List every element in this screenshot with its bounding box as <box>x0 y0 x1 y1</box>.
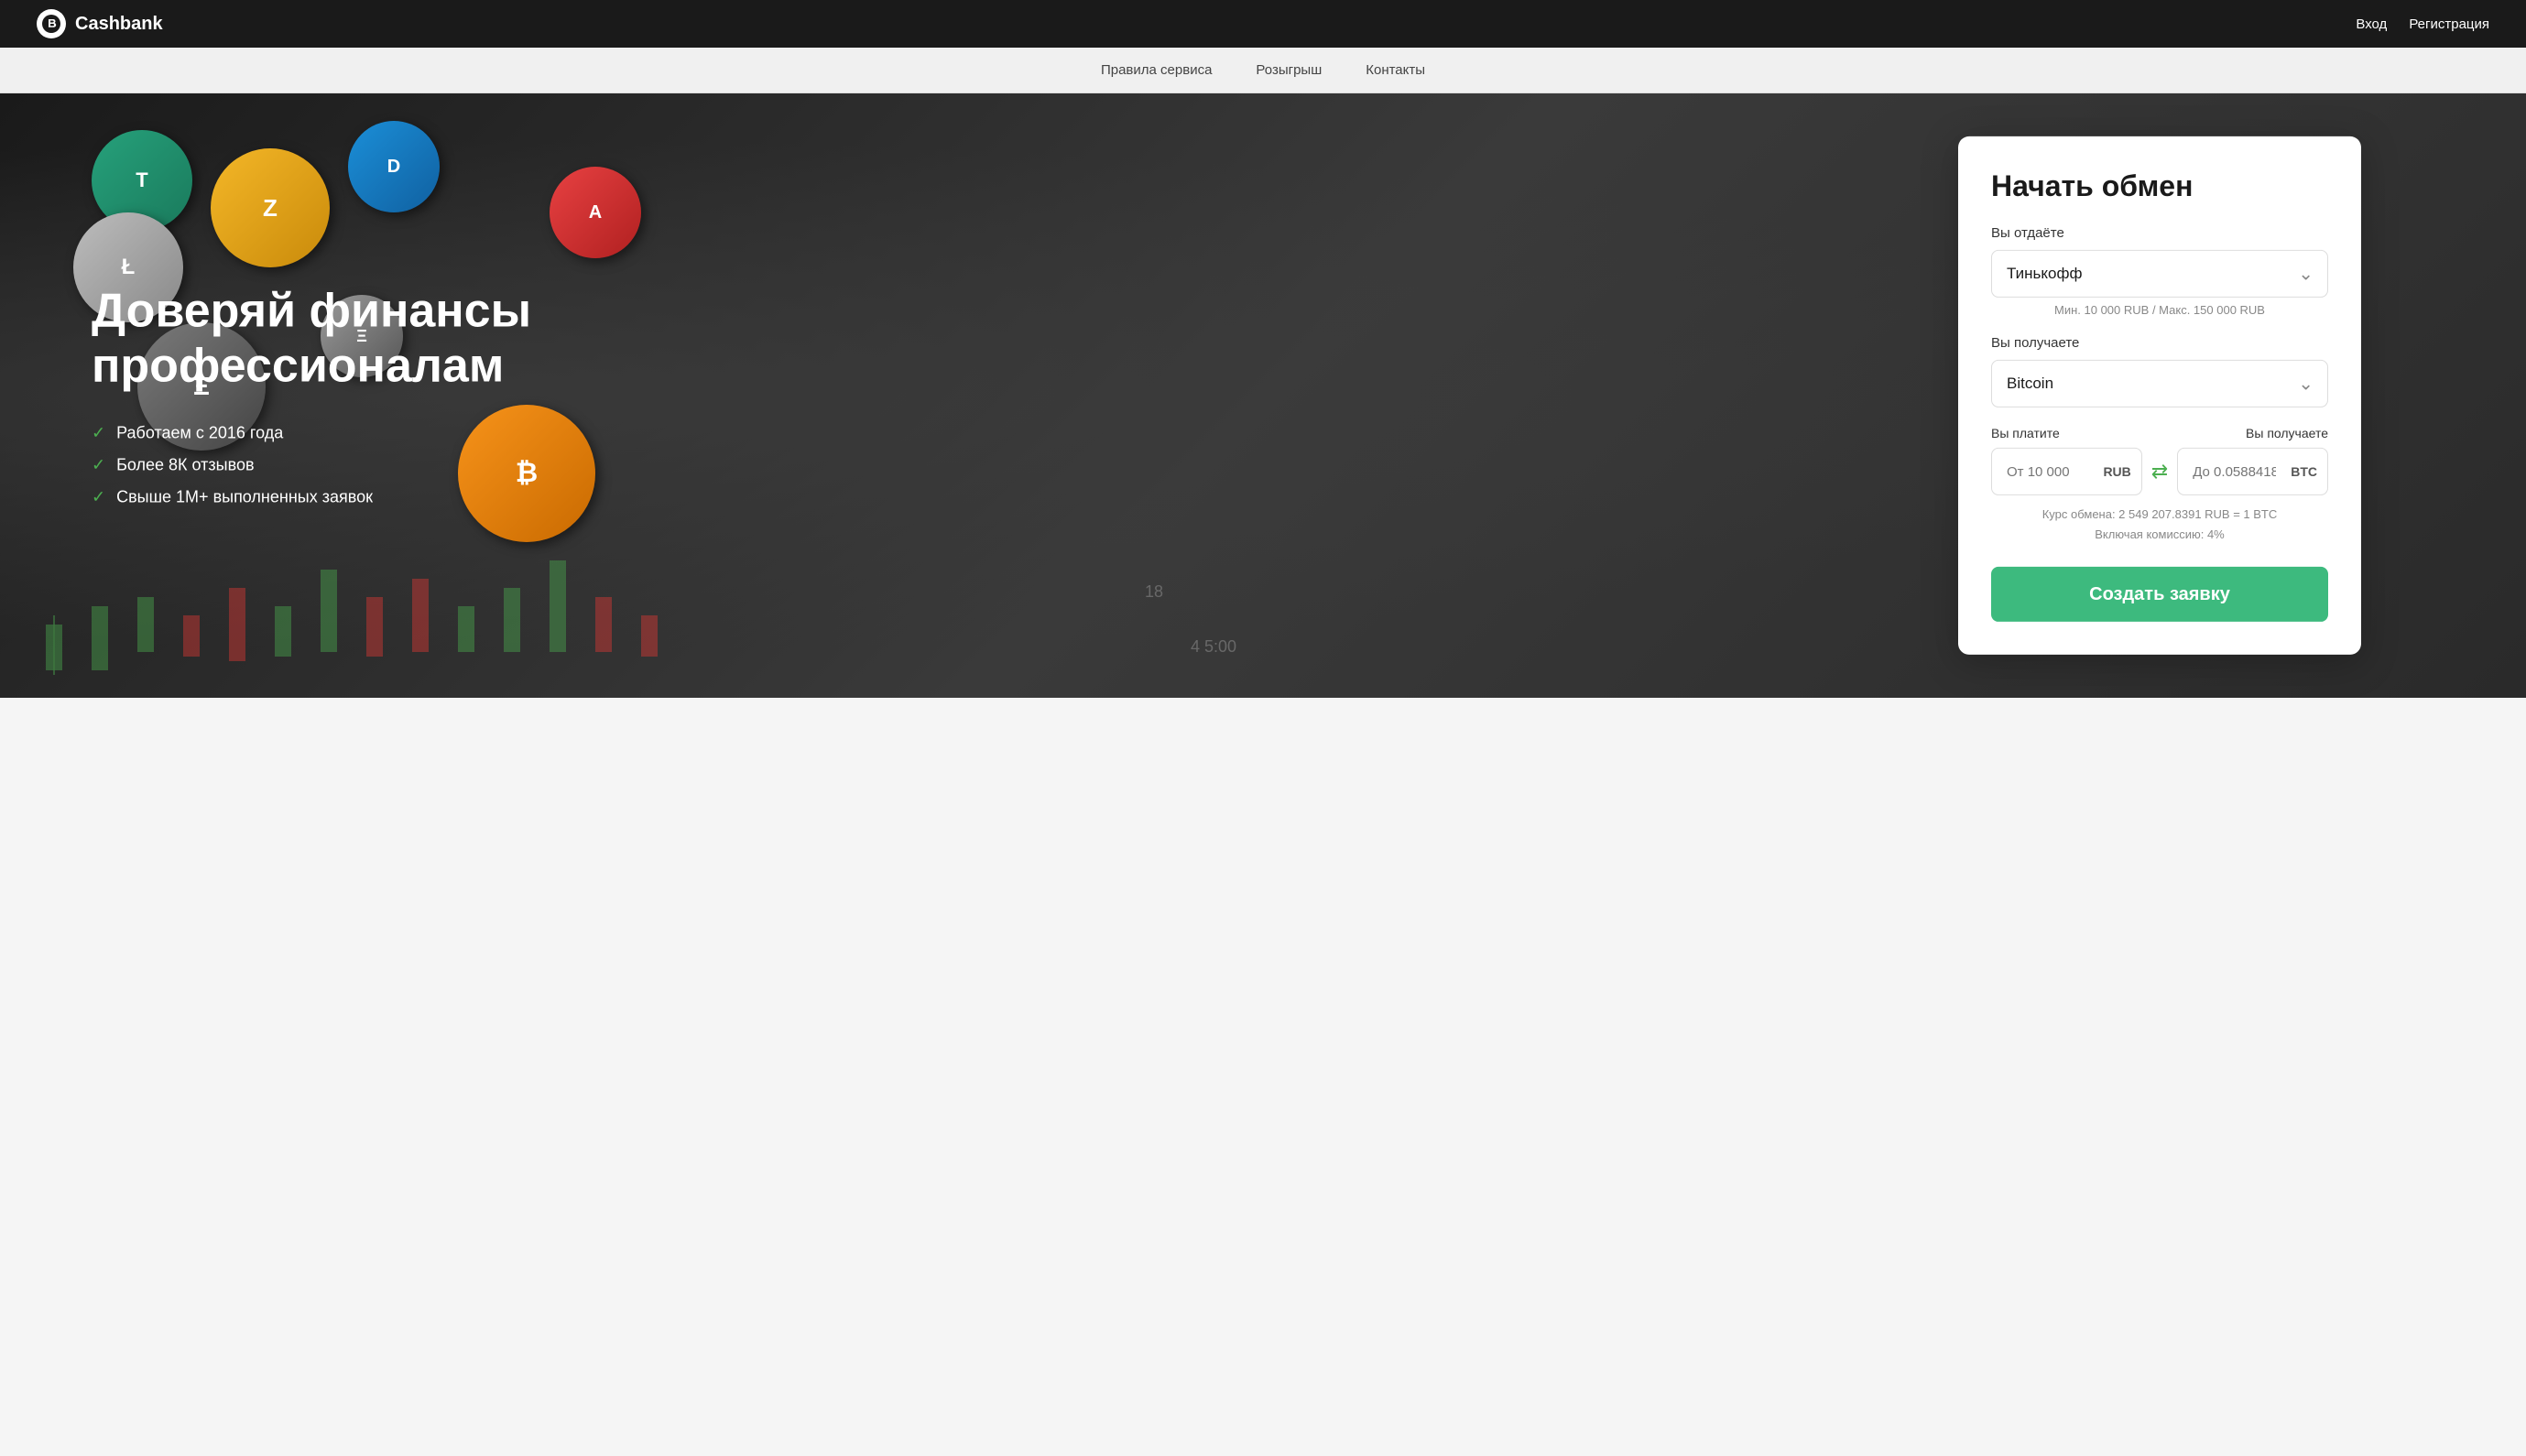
pay-input-wrapper: RUB <box>1991 448 2142 495</box>
submit-button[interactable]: Создать заявку <box>1991 567 2328 622</box>
give-select-value: Тинькофф <box>2007 265 2082 283</box>
subnav-item-lottery[interactable]: Розыгрыш <box>1256 62 1322 78</box>
amount-row: RUB ⇄ BTC <box>1991 448 2328 495</box>
logo-text: Cashbank <box>75 14 163 35</box>
logo[interactable]: Cashbank <box>37 9 163 38</box>
subnav: Правила сервиса Розыгрыш Контакты <box>0 48 2526 93</box>
chart-decoration: 18 4 5:00 <box>0 515 1282 698</box>
exchange-card: Начать обмен Вы отдаёте Тинькофф ⌄ Мин. … <box>1958 136 2361 655</box>
coin-avax: A <box>550 167 641 258</box>
rate-info: Курс обмена: 2 549 207.8391 RUB = 1 BTC … <box>1991 505 2328 545</box>
login-link[interactable]: Вход <box>2356 16 2387 32</box>
hero-feature-label-3: Свыше 1М+ выполненных заявок <box>116 487 373 506</box>
logo-icon <box>37 9 66 38</box>
hero-feature-label-1: Работаем с 2016 года <box>116 423 283 442</box>
coin-dash: D <box>348 121 440 212</box>
get-select-wrapper: Bitcoin ⌄ <box>1991 360 2328 407</box>
get-select[interactable]: Bitcoin <box>1991 360 2328 407</box>
svg-text:4 5:00: 4 5:00 <box>1191 637 1236 656</box>
hero-feature-label-2: Более 8К отзывов <box>116 455 254 474</box>
give-limit-hint: Мин. 10 000 RUB / Макс. 150 000 RUB <box>1991 303 2328 317</box>
coin-zcash: Z <box>211 148 330 267</box>
swap-icon: ⇄ <box>2151 460 2168 484</box>
get-amount-label: Вы получаете <box>2141 426 2328 440</box>
hero-features: ✓ Работаем с 2016 года ✓ Более 8К отзыво… <box>92 423 604 506</box>
header-auth: Вход Регистрация <box>2356 16 2489 32</box>
get-currency: BTC <box>2291 464 2317 479</box>
give-select-wrapper: Тинькофф ⌄ <box>1991 250 2328 298</box>
get-input-wrapper: BTC <box>2177 448 2328 495</box>
check-icon-1: ✓ <box>92 423 105 442</box>
check-icon-2: ✓ <box>92 455 105 474</box>
header: Cashbank Вход Регистрация <box>0 0 2526 48</box>
hero-feature-1: ✓ Работаем с 2016 года <box>92 423 604 442</box>
hero-feature-2: ✓ Более 8К отзывов <box>92 455 604 474</box>
get-label: Вы получаете <box>1991 335 2328 351</box>
get-select-value: Bitcoin <box>2007 375 2053 393</box>
rate-line1: Курс обмена: 2 549 207.8391 RUB = 1 BTC <box>1991 505 2328 525</box>
pay-label: Вы платите <box>1991 426 2141 440</box>
exchange-title: Начать обмен <box>1991 169 2328 203</box>
rate-line2: Включая комиссию: 4% <box>1991 525 2328 545</box>
subnav-item-contacts[interactable]: Контакты <box>1366 62 1425 78</box>
hero-title: Доверяй финансы профессионалам <box>92 285 604 395</box>
hero-section: T Z D Ł Ξ Ξ ₿ A 18 4 5:00 <box>0 93 2526 698</box>
amount-label-row: Вы платите Вы получаете <box>1991 426 2328 440</box>
pay-currency: RUB <box>2103 464 2130 479</box>
svg-text:18: 18 <box>1145 582 1163 601</box>
subnav-item-rules[interactable]: Правила сервиса <box>1101 62 1212 78</box>
check-icon-3: ✓ <box>92 487 105 506</box>
hero-content-left: Доверяй финансы профессионалам ✓ Работае… <box>92 285 604 507</box>
give-select[interactable]: Тинькофф <box>1991 250 2328 298</box>
hero-feature-3: ✓ Свыше 1М+ выполненных заявок <box>92 487 604 506</box>
give-label: Вы отдаёте <box>1991 225 2328 241</box>
register-link[interactable]: Регистрация <box>2409 16 2489 32</box>
